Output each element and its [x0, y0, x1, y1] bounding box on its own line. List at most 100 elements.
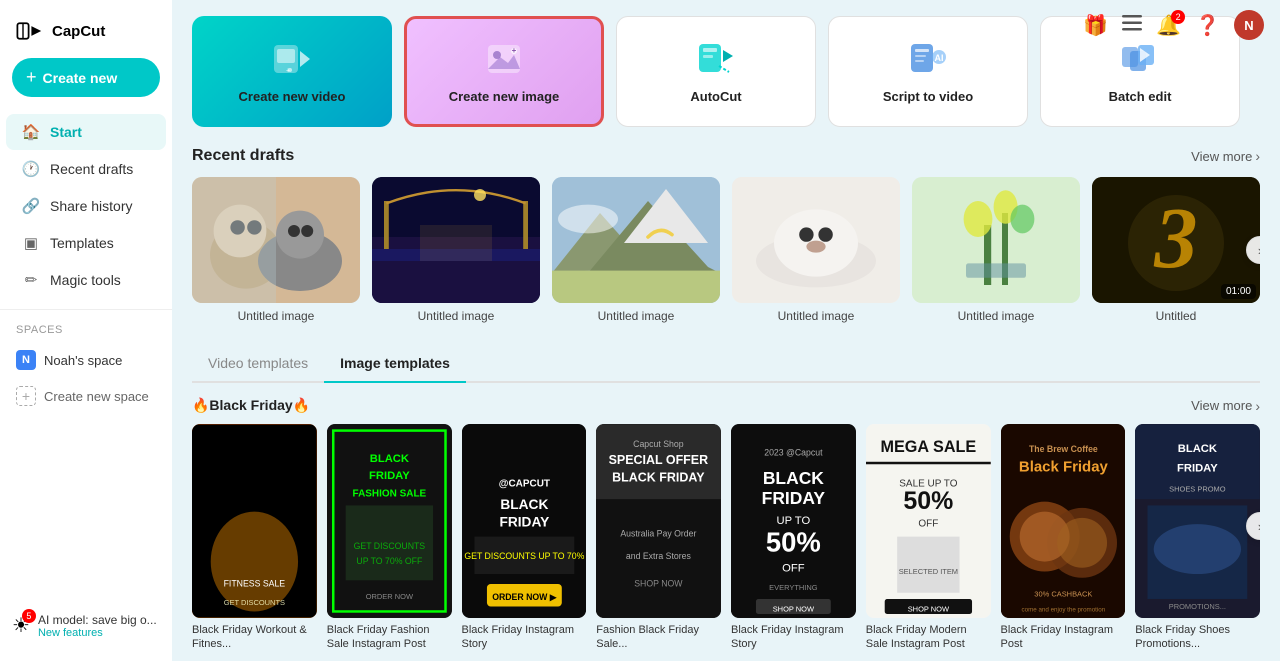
help-icon[interactable]: ❓	[1195, 13, 1220, 38]
template-thumb-8: BLACK FRIDAY SHOES PROMO PROMOTIONS...	[1135, 424, 1260, 618]
svg-text:BLACK: BLACK	[369, 453, 408, 465]
svg-text:GET DISCOUNTS UP TO 70%: GET DISCOUNTS UP TO 70%	[464, 551, 584, 561]
svg-text:FRIDAY: FRIDAY	[762, 488, 826, 508]
sidebar-item-recent[interactable]: 🕐 Recent drafts	[6, 151, 166, 187]
templates-view-more[interactable]: View more ›	[1191, 398, 1260, 414]
main-content: + Create new video + Create new image	[172, 0, 1280, 661]
create-video-card[interactable]: + Create new video	[192, 16, 392, 127]
draft-item-6[interactable]: 3 01:00 Untitled	[1092, 177, 1260, 323]
draft-thumb-6: 3 01:00	[1092, 177, 1260, 303]
svg-text:SHOES PROMO: SHOES PROMO	[1169, 485, 1226, 494]
create-space-button[interactable]: + Create new space	[0, 378, 172, 414]
ai-notice-title: AI model: save big o...	[38, 613, 157, 627]
draft-thumb-3	[552, 177, 720, 303]
recent-drafts-view-more[interactable]: View more ›	[1191, 148, 1260, 164]
sidebar-item-start[interactable]: 🏠 Start	[6, 114, 166, 150]
draft-item-3[interactable]: Untitled image	[552, 177, 720, 323]
template-item-4[interactable]: Capcut Shop SPECIAL OFFER BLACK FRIDAY A…	[596, 424, 721, 652]
create-video-icon: +	[272, 39, 312, 79]
sidebar: CapCut + Create new 🏠 Start 🕐 Recent dra…	[0, 0, 172, 661]
template-item-1[interactable]: BLACK FRIDAY FITNESS SALE GET DISCOUNTS …	[192, 424, 317, 652]
svg-text:SPECIAL OFFER: SPECIAL OFFER	[609, 453, 709, 467]
create-new-button[interactable]: + Create new	[12, 58, 160, 97]
svg-text:The Brew Coffee: The Brew Coffee	[1028, 444, 1097, 454]
chevron-right-icon: ›	[1255, 148, 1260, 164]
template-thumb-2: BLACK FRIDAY FASHION SALE GET DISCOUNTS …	[327, 424, 452, 618]
svg-text:FRIDAY: FRIDAY	[229, 481, 279, 496]
template-item-2[interactable]: BLACK FRIDAY FASHION SALE GET DISCOUNTS …	[327, 424, 452, 652]
template-item-6[interactable]: MEGA SALE SALE UP TO 50% OFF SELECTED IT…	[866, 424, 991, 652]
capcut-logo-icon	[16, 20, 44, 42]
svg-text:+: +	[286, 68, 290, 75]
draft-thumb-2	[372, 177, 540, 303]
svg-text:and Extra Stores: and Extra Stores	[626, 551, 692, 561]
draft-thumb-1	[192, 177, 360, 303]
svg-text:Capcut Shop: Capcut Shop	[633, 439, 684, 449]
templates-grid: BLACK FRIDAY FITNESS SALE GET DISCOUNTS …	[192, 424, 1260, 652]
svg-text:SHOP NOW: SHOP NOW	[907, 604, 949, 613]
template-icon: ▣	[22, 234, 40, 252]
svg-text:FITNESS SALE: FITNESS SALE	[224, 579, 286, 589]
autocut-icon	[696, 39, 736, 79]
sidebar-item-history[interactable]: 🔗 Share history	[6, 188, 166, 224]
draft-label-3: Untitled image	[552, 309, 720, 323]
space-noahs[interactable]: N Noah's space	[0, 342, 172, 378]
gift-icon[interactable]: 🎁	[1083, 13, 1108, 38]
plus-icon: +	[26, 67, 37, 88]
draft-item-2[interactable]: Untitled image	[372, 177, 540, 323]
draft-item-4[interactable]: Untitled image	[732, 177, 900, 323]
video-duration-badge: 01:00	[1221, 284, 1256, 299]
template-item-8[interactable]: BLACK FRIDAY SHOES PROMO PROMOTIONS... B…	[1135, 424, 1260, 652]
svg-text:FRIDAY: FRIDAY	[369, 470, 410, 482]
svg-text:50%: 50%	[766, 527, 821, 558]
clock-icon: 🕐	[22, 160, 40, 178]
svg-text:BLACK: BLACK	[763, 468, 824, 488]
svg-text:ORDER NOW: ORDER NOW	[365, 592, 413, 601]
svg-text:SHOP NOW: SHOP NOW	[634, 579, 683, 589]
sidebar-item-label-history: Share history	[50, 198, 132, 214]
template-item-5[interactable]: 2023 @Capcut BLACK FRIDAY UP TO 50% OFF …	[731, 424, 856, 652]
notification-icon[interactable]: 🔔 2	[1156, 13, 1181, 38]
create-image-card[interactable]: + Create new image	[404, 16, 604, 127]
space-avatar: N	[16, 350, 36, 370]
template-label-4: Fashion Black Friday Sale...	[596, 623, 721, 652]
svg-text:50%: 50%	[903, 487, 953, 515]
home-icon: 🏠	[22, 123, 40, 141]
svg-text:GET DISCOUNTS: GET DISCOUNTS	[224, 598, 285, 607]
svg-text:AI: AI	[935, 53, 944, 63]
sidebar-item-templates[interactable]: ▣ Templates	[6, 225, 166, 261]
template-thumb-3: @CAPCUT BLACK FRIDAY GET DISCOUNTS UP TO…	[462, 424, 587, 618]
topbar: 🎁 🔔 2 ❓ N	[1083, 10, 1264, 40]
user-avatar[interactable]: N	[1234, 10, 1264, 40]
menu-lines-icon[interactable]	[1122, 14, 1142, 37]
template-item-3[interactable]: @CAPCUT BLACK FRIDAY GET DISCOUNTS UP TO…	[462, 424, 587, 652]
draft-label-4: Untitled image	[732, 309, 900, 323]
svg-text:BLACK: BLACK	[1178, 443, 1217, 455]
svg-text:@CAPCUT: @CAPCUT	[498, 479, 549, 490]
space-name: Noah's space	[44, 353, 122, 368]
draft-item-1[interactable]: Untitled image	[192, 177, 360, 323]
magic-icon: ✏	[22, 271, 40, 289]
svg-text:SHOP NOW: SHOP NOW	[773, 604, 815, 613]
app-window: CapCut + Create new 🏠 Start 🕐 Recent dra…	[0, 0, 1280, 661]
notification-badge: 2	[1171, 10, 1185, 24]
sidebar-item-magic[interactable]: ✏ Magic tools	[6, 262, 166, 298]
template-tabs: Video templates Image templates	[192, 347, 1260, 383]
draft-label-5: Untitled image	[912, 309, 1080, 323]
autocut-card[interactable]: AutoCut	[616, 16, 816, 127]
ai-notice-text: AI model: save big o... New features	[38, 613, 157, 639]
svg-text:SELECTED ITEM: SELECTED ITEM	[898, 567, 957, 576]
ai-notice-area[interactable]: ☀ 5 AI model: save big o... New features	[0, 603, 172, 649]
create-image-label: Create new image	[449, 89, 560, 104]
sidebar-item-label-recent: Recent drafts	[50, 161, 133, 177]
tab-image-templates[interactable]: Image templates	[324, 347, 466, 383]
sidebar-item-label-magic: Magic tools	[50, 272, 121, 288]
draft-item-5[interactable]: Untitled image	[912, 177, 1080, 323]
svg-text:Black Friday: Black Friday	[1018, 459, 1108, 476]
template-thumb-7: The Brew Coffee Black Friday 30% CASHBAC…	[1001, 424, 1126, 618]
template-item-7[interactable]: The Brew Coffee Black Friday 30% CASHBAC…	[1001, 424, 1126, 652]
autocut-label: AutoCut	[690, 89, 741, 104]
tab-video-templates[interactable]: Video templates	[192, 347, 324, 383]
script-to-video-card[interactable]: AI Script to video	[828, 16, 1028, 127]
sidebar-divider	[0, 309, 172, 310]
